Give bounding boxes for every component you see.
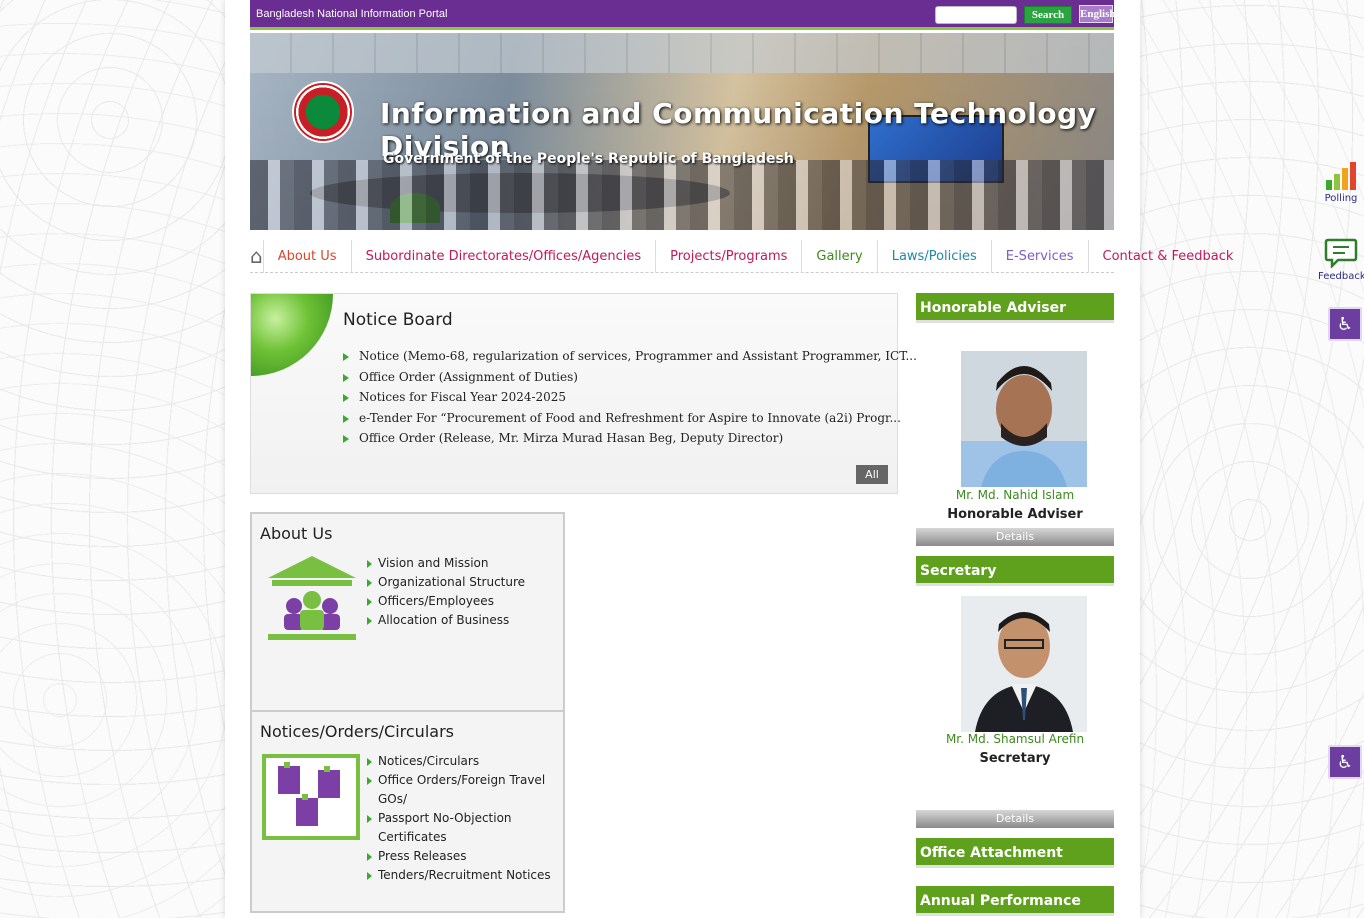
nav-e-services[interactable]: E-Services [990,239,1088,273]
notices-orders-links: Notices/Circulars Office Orders/Foreign … [366,752,563,885]
notice-board-title: Notice Board [343,310,453,330]
notices-link-press[interactable]: Press Releases [366,847,563,866]
banner-photo-people [250,160,1114,230]
about-us-title: About Us [260,524,333,543]
about-link-officers[interactable]: Officers/Employees [366,592,525,611]
search-input[interactable] [935,6,1017,24]
feedback-widget[interactable]: Feedback [1318,236,1364,282]
about-link-allocation[interactable]: Allocation of Business [366,611,525,630]
header-banner: Information and Communication Technology… [250,33,1114,230]
office-building-icon [268,556,356,640]
notices-link-office-orders[interactable]: Office Orders/Foreign Travel GOs/ [366,771,563,809]
globe-icon [251,294,333,376]
apa-heading[interactable]: Annual Performance Agreement (APA) [916,886,1114,916]
notices-link-tenders[interactable]: Tenders/Recruitment Notices [366,866,563,885]
polling-widget[interactable]: Polling [1318,162,1364,204]
notices-link-noc[interactable]: Passport No-Objection Certificates [366,809,563,847]
nav-laws-policies[interactable]: Laws/Policies [876,239,991,273]
page-container: Bangladesh National Information Portal S… [225,0,1233,918]
notices-link-circulars[interactable]: Notices/Circulars [366,752,563,771]
info-panel: About Us Vision and Mission Organization… [250,512,565,913]
site-subtitle: Government of the People's Republic of B… [383,151,794,167]
polling-label: Polling [1324,193,1358,204]
main-navigation: ⌂ About Us Subordinate Directorates/Offi… [250,239,1233,273]
feedback-label: Feedback [1318,271,1364,282]
all-notices-button[interactable]: All [856,465,888,484]
documents-icon [262,754,360,840]
notice-item[interactable]: Notices for Fiscal Year 2024-2025 [341,387,917,408]
secretary-heading: Secretary [916,556,1114,586]
notice-item[interactable]: Office Order (Release, Mr. Mirza Murad H… [341,428,917,449]
adviser-role: Honorable Adviser [947,507,1083,522]
nav-gallery[interactable]: Gallery [801,239,876,273]
secretary-details-button[interactable]: Details [916,810,1114,828]
search-button[interactable]: Search [1024,6,1072,24]
secretary-role: Secretary [979,751,1051,766]
secretary-photo[interactable] [961,596,1087,732]
national-portal-link[interactable]: Bangladesh National Information Portal [256,8,447,20]
nav-about-us[interactable]: About Us [262,239,351,273]
nav-contact-feedback[interactable]: Contact & Feedback [1087,239,1248,273]
home-icon[interactable]: ⌂ [250,240,263,273]
about-link-vision[interactable]: Vision and Mission [366,554,525,573]
about-us-links: Vision and Mission Organizational Struct… [366,554,525,630]
adviser-details-button[interactable]: Details [916,528,1114,546]
adviser-name[interactable]: Mr. Md. Nahid Islam [916,488,1114,502]
top-bar: Bangladesh National Information Portal S… [250,0,1115,30]
chat-bubble-icon [1324,238,1358,270]
banner-photo-ceiling [250,33,1114,73]
adviser-heading: Honorable Adviser [916,293,1114,323]
bar-chart-icon [1326,162,1356,190]
nav-projects[interactable]: Projects/Programs [655,239,801,273]
notices-orders-title: Notices/Orders/Circulars [260,722,454,741]
nav-subordinate-offices[interactable]: Subordinate Directorates/Offices/Agencie… [350,239,656,273]
notice-item[interactable]: e-Tender For “Procurement of Food and Re… [341,408,917,429]
notices-orders-section: Notices/Orders/Circulars Notices/Circula… [252,712,563,910]
about-us-section: About Us Vision and Mission Organization… [252,514,563,712]
secretary-name[interactable]: Mr. Md. Shamsul Arefin [916,732,1114,746]
adviser-photo[interactable] [961,351,1087,487]
office-attachment-form-heading[interactable]: Office Attachment Application Form [916,838,1114,891]
government-seal-logo[interactable] [292,81,354,143]
accessibility-icon[interactable]: ♿ [1328,307,1362,341]
notice-board: Notice Board Notice (Memo-68, regulariza… [250,293,917,494]
accessibility-icon[interactable]: ♿ [1328,745,1362,779]
notice-list: Notice (Memo-68, regularization of servi… [341,346,917,449]
language-toggle-button[interactable]: English [1079,5,1115,23]
notice-item[interactable]: Notice (Memo-68, regularization of servi… [341,346,917,367]
about-link-structure[interactable]: Organizational Structure [366,573,525,592]
notice-item[interactable]: Office Order (Assignment of Duties) [341,367,917,388]
